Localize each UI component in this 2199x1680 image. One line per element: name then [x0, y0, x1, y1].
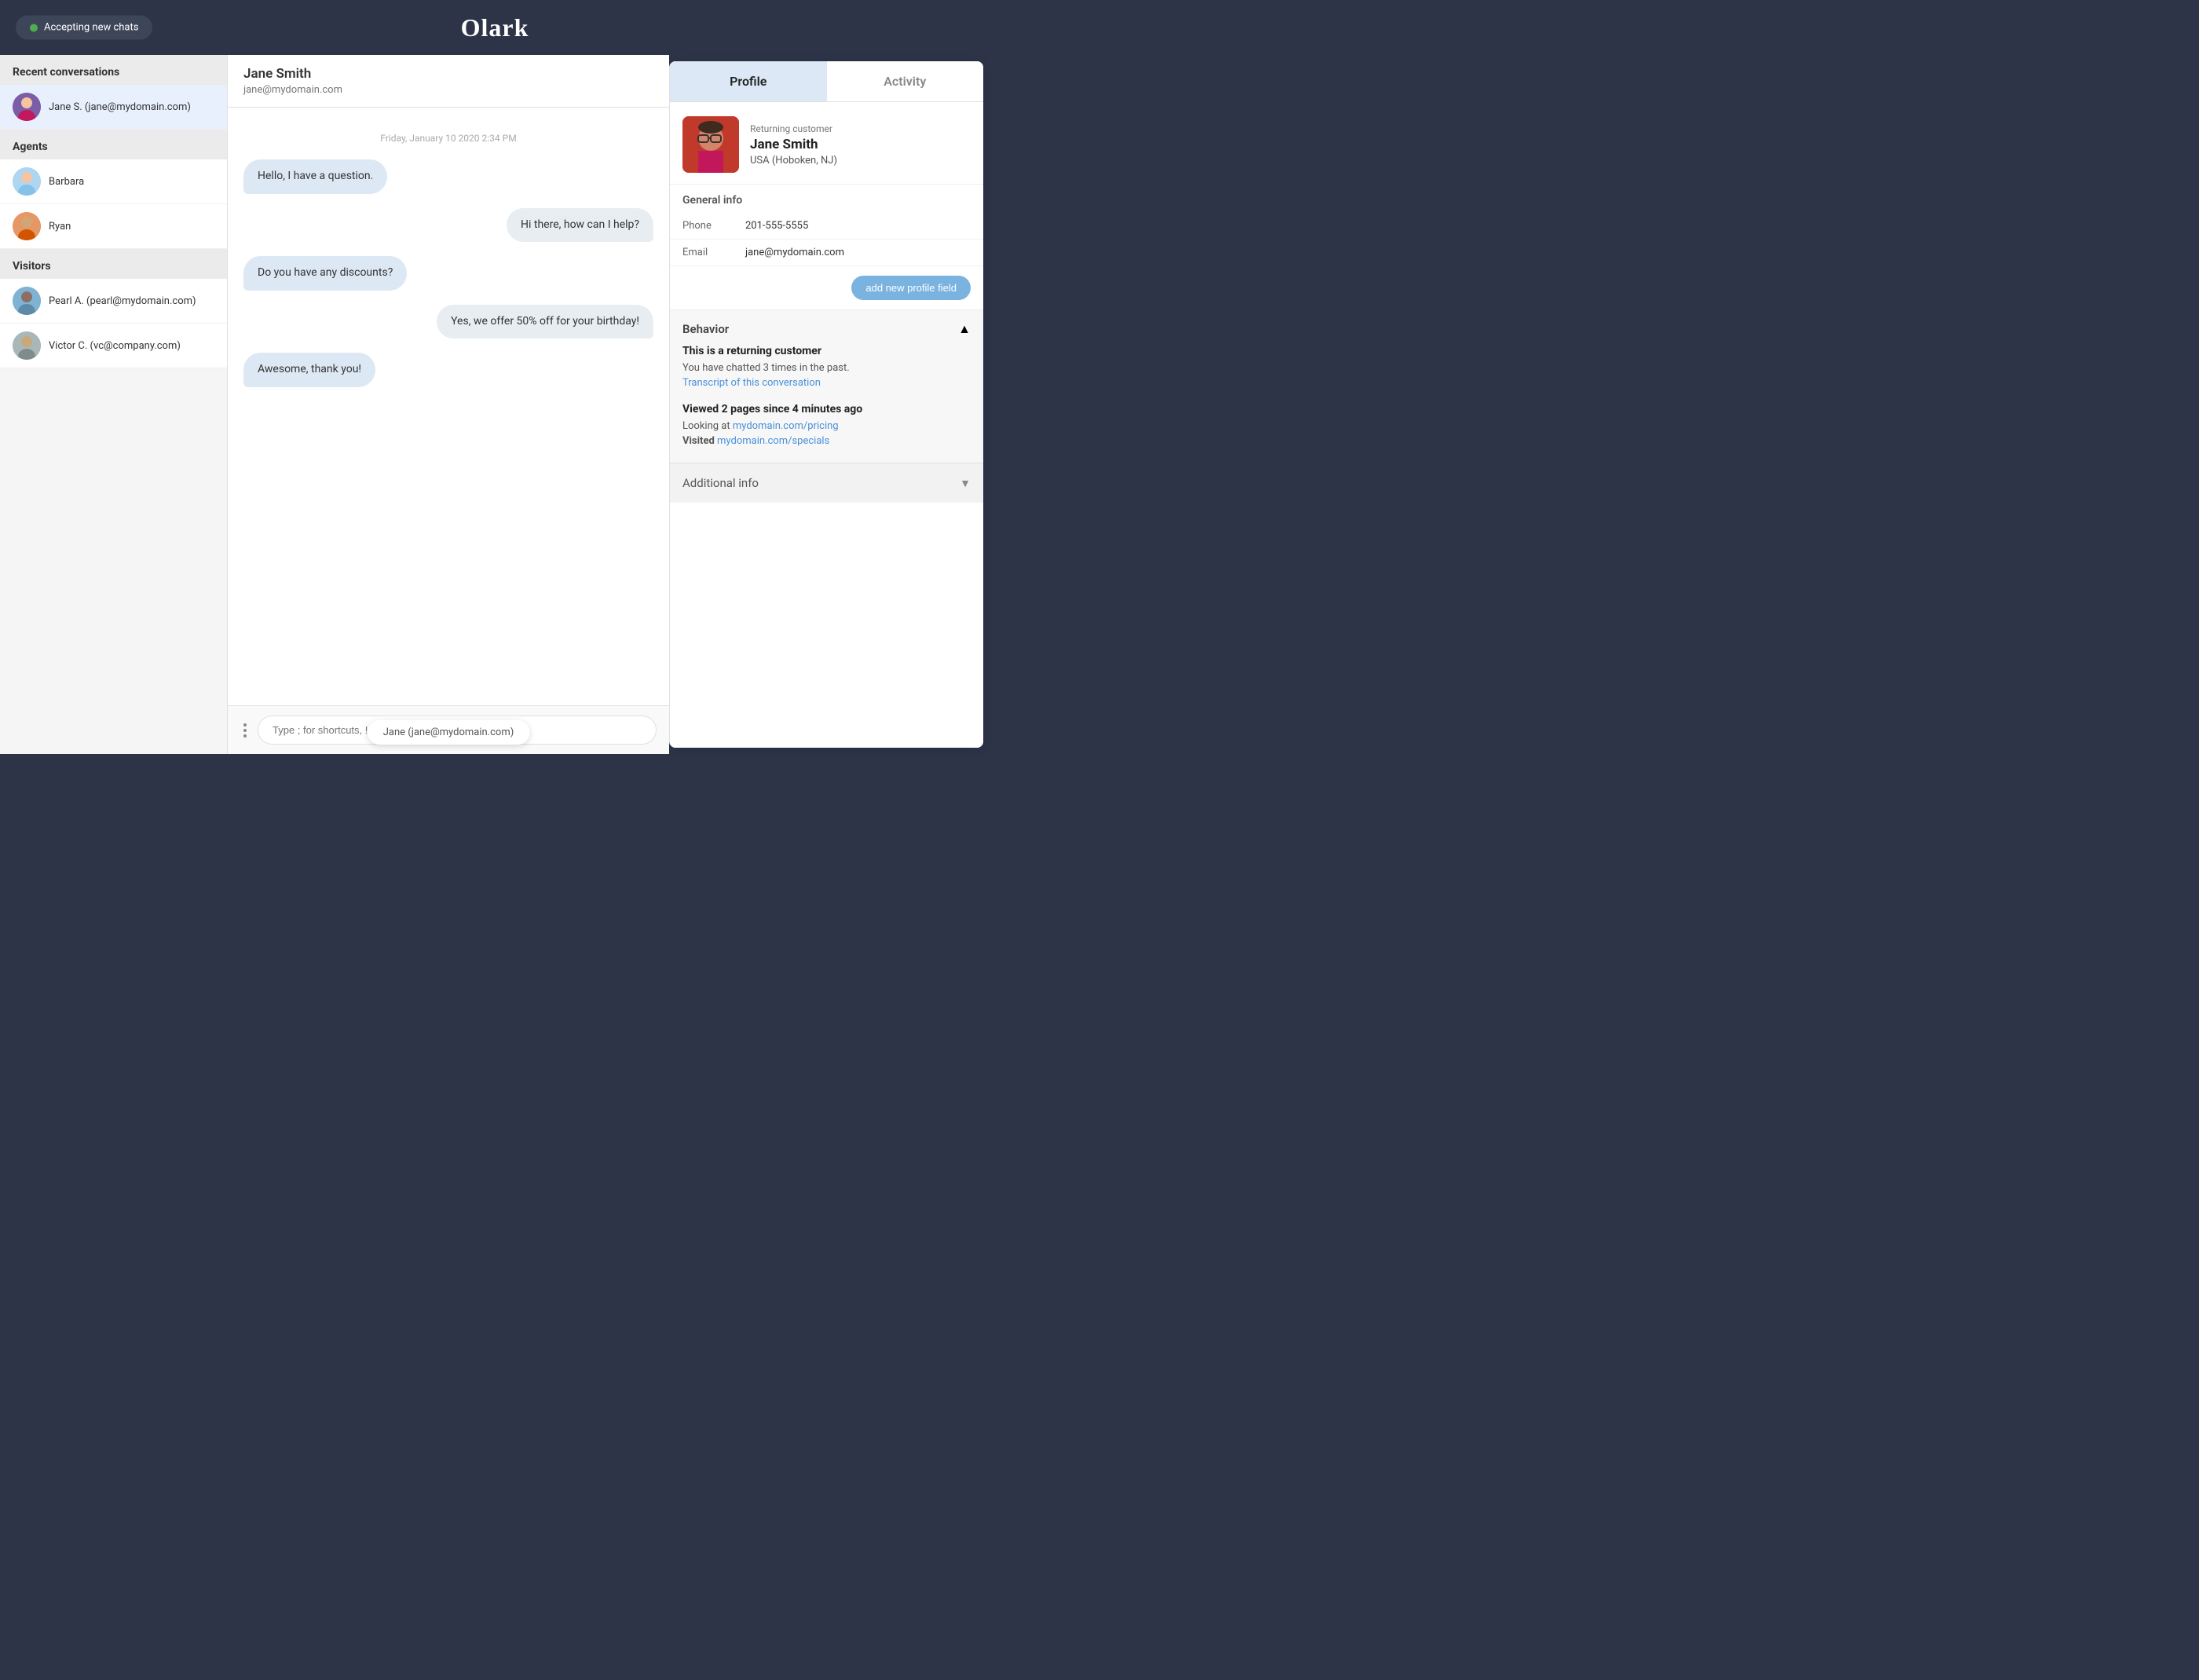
chatted-text: You have chatted 3 times in the past. [682, 362, 971, 374]
avatar-victor [13, 331, 41, 360]
email-label: Email [682, 247, 745, 258]
customer-name: Jane Smith [750, 137, 837, 152]
message-bubble: Do you have any discounts? [243, 256, 407, 291]
dot [243, 734, 247, 738]
profile-panel: Profile Activity [669, 61, 983, 748]
profile-tabs: Profile Activity [670, 61, 983, 102]
phone-label: Phone [682, 220, 745, 232]
visited-row: Visited mydomain.com/specials [682, 435, 971, 447]
transcript-link[interactable]: Transcript of this conversation [682, 377, 821, 389]
general-info-label: General info [670, 185, 983, 213]
chevron-down-icon: ▼ [960, 477, 971, 490]
customer-info: Returning customer Jane Smith USA (Hobok… [750, 123, 837, 167]
returning-customer-title: This is a returning customer [682, 345, 971, 357]
message-bubble: Hello, I have a question. [243, 159, 387, 194]
visitors-label: Visitors [0, 249, 227, 279]
chat-date-divider: Friday, January 10 2020 2:34 PM [243, 133, 653, 144]
collapse-icon[interactable]: ▲ [958, 321, 971, 337]
looking-at-row: Looking at mydomain.com/pricing [682, 420, 971, 432]
sidebar: Recent conversations Jane S. (jane@mydom… [0, 55, 228, 754]
email-row: Email jane@mydomain.com [670, 240, 983, 266]
additional-info-header[interactable]: Additional info ▼ [670, 463, 983, 503]
sidebar-item-barbara[interactable]: Barbara [0, 159, 227, 204]
sidebar-item-text-ryan: Ryan [49, 221, 71, 232]
message-row: Awesome, thank you! [243, 353, 653, 387]
behavior-title: Behavior [682, 322, 729, 336]
customer-location: USA (Hoboken, NJ) [750, 155, 837, 167]
message-row: Do you have any discounts? [243, 256, 653, 291]
message-row: Hi there, how can I help? [243, 208, 653, 243]
sidebar-item-text-victor: Victor C. (vc@company.com) [49, 340, 181, 352]
phone-value: 201-555-5555 [745, 220, 808, 232]
avatar-pearl [13, 287, 41, 315]
customer-avatar-image [682, 116, 739, 173]
message-bubble: Yes, we offer 50% off for your birthday! [437, 305, 653, 339]
tab-profile[interactable]: Profile [670, 61, 827, 101]
sidebar-item-pearl[interactable]: Pearl A. (pearl@mydomain.com) [0, 279, 227, 324]
sidebar-item-text-barbara: Barbara [49, 176, 84, 188]
email-value: jane@mydomain.com [745, 247, 844, 258]
chat-messages: Friday, January 10 2020 2:34 PM Hello, I… [228, 108, 669, 705]
chat-contact-name: Jane Smith [243, 66, 653, 82]
profile-content: Returning customer Jane Smith USA (Hobok… [670, 102, 983, 748]
message-bubble: Hi there, how can I help? [507, 208, 653, 243]
avatar-jane [13, 93, 41, 121]
sidebar-item-text-pearl: Pearl A. (pearl@mydomain.com) [49, 295, 196, 307]
add-field-button[interactable]: add new profile field [851, 276, 971, 300]
avatar-ryan [13, 212, 41, 240]
looking-at-label: Looking at [682, 420, 733, 432]
status-badge[interactable]: Accepting new chats [16, 16, 152, 40]
behavior-content: This is a returning customer You have ch… [670, 345, 983, 463]
additional-info-section: Additional info ▼ [670, 463, 983, 503]
sidebar-item-text-jane: Jane S. (jane@mydomain.com) [49, 101, 191, 113]
message-row: Yes, we offer 50% off for your birthday! [243, 305, 653, 339]
behavior-section: Behavior ▲ This is a returning customer … [670, 310, 983, 463]
viewed-subsection: Viewed 2 pages since 4 minutes ago Looki… [682, 403, 971, 447]
phone-row: Phone 201-555-5555 [670, 213, 983, 240]
dot [243, 723, 247, 727]
main-container: Recent conversations Jane S. (jane@mydom… [0, 55, 990, 754]
behavior-header: Behavior ▲ [670, 310, 983, 345]
recent-conversations-label: Recent conversations [0, 55, 227, 85]
tab-activity[interactable]: Activity [827, 61, 984, 101]
sidebar-item-victor[interactable]: Victor C. (vc@company.com) [0, 324, 227, 368]
looking-at-link[interactable]: mydomain.com/pricing [733, 420, 839, 432]
viewed-title: Viewed 2 pages since 4 minutes ago [682, 403, 971, 415]
chat-contact-email: jane@mydomain.com [243, 84, 653, 96]
footer-tooltip: Jane (jane@mydomain.com) [368, 720, 530, 745]
add-field-container: add new profile field [670, 266, 983, 310]
returning-label: Returning customer [750, 123, 837, 134]
additional-info-title: Additional info [682, 476, 759, 490]
status-label: Accepting new chats [44, 22, 138, 34]
chat-area: Jane Smith jane@mydomain.com Friday, Jan… [228, 55, 669, 754]
menu-dots-icon[interactable] [240, 720, 250, 741]
chat-header: Jane Smith jane@mydomain.com [228, 55, 669, 108]
agents-label: Agents [0, 130, 227, 159]
sidebar-item-jane[interactable]: Jane S. (jane@mydomain.com) [0, 85, 227, 130]
customer-avatar [682, 116, 739, 173]
transcript-text: Transcript of this conversation [682, 377, 971, 389]
message-bubble: Awesome, thank you! [243, 353, 375, 387]
message-row: Hello, I have a question. [243, 159, 653, 194]
status-dot-icon [30, 24, 38, 31]
customer-header: Returning customer Jane Smith USA (Hobok… [670, 102, 983, 185]
app-header: Accepting new chats Olark [0, 0, 990, 55]
visited-link[interactable]: mydomain.com/specials [717, 435, 829, 447]
dot [243, 729, 247, 732]
avatar-barbara [13, 167, 41, 196]
app-logo: Olark [461, 13, 529, 42]
visited-label: Visited [682, 435, 717, 447]
sidebar-item-ryan[interactable]: Ryan [0, 204, 227, 249]
